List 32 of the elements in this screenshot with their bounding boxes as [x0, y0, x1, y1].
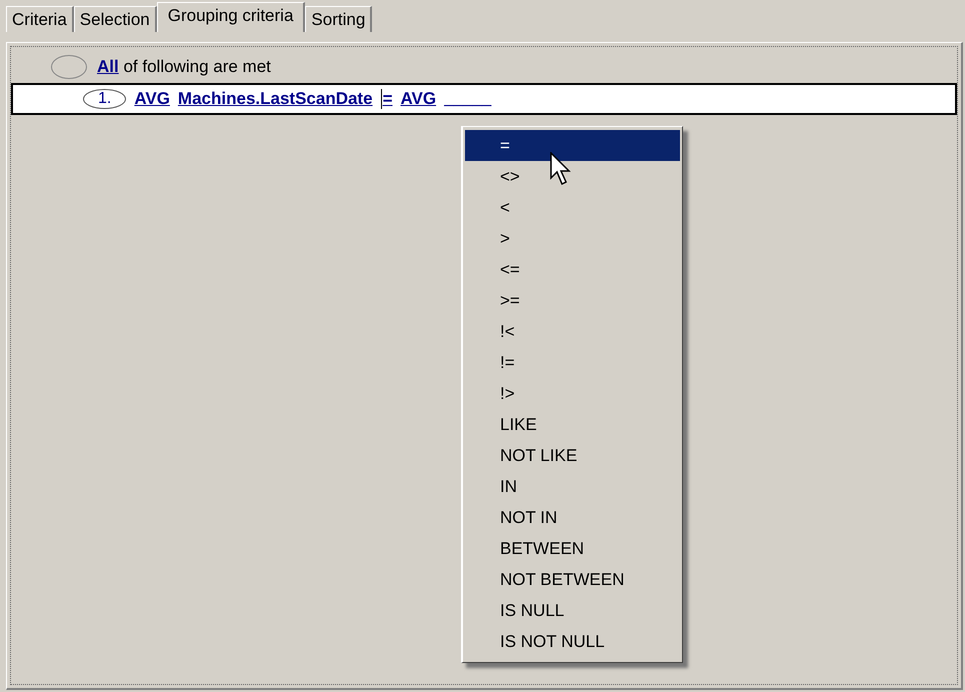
menu-item[interactable]: NOT BETWEEN: [465, 564, 680, 595]
menu-item[interactable]: !>: [465, 378, 680, 409]
menu-item[interactable]: >: [465, 223, 680, 254]
mouse-pointer-icon: [550, 152, 574, 188]
menu-item[interactable]: =: [465, 130, 680, 161]
menu-item[interactable]: <: [465, 192, 680, 223]
field-link[interactable]: Machines.LastScanDate: [178, 89, 373, 109]
menu-item[interactable]: IN: [465, 471, 680, 502]
menu-item[interactable]: !=: [465, 347, 680, 378]
circle-icon: [51, 55, 87, 79]
menu-item[interactable]: IS NOT NULL: [465, 626, 680, 657]
condition-row[interactable]: 1. AVG Machines.LastScanDate = AVG _____: [11, 83, 957, 115]
menu-item[interactable]: IS NULL: [465, 595, 680, 626]
menu-item[interactable]: LIKE: [465, 409, 680, 440]
operator-link[interactable]: =: [380, 89, 392, 109]
menu-item[interactable]: <>: [465, 161, 680, 192]
tab[interactable]: Grouping criteria: [156, 2, 306, 32]
menu-item[interactable]: NOT IN: [465, 502, 680, 533]
aggregate-link[interactable]: AVG: [134, 89, 170, 109]
menu-item[interactable]: <=: [465, 254, 680, 285]
tab[interactable]: Sorting: [305, 6, 372, 32]
tab[interactable]: Criteria: [6, 6, 74, 32]
menu-item[interactable]: !<: [465, 316, 680, 347]
menu-item[interactable]: >=: [465, 285, 680, 316]
value-link[interactable]: _____: [444, 89, 492, 109]
quantifier-link[interactable]: All: [97, 57, 119, 76]
tab[interactable]: Selection: [74, 6, 157, 32]
menu-item[interactable]: NOT LIKE: [465, 440, 680, 471]
condition-number: 1.: [83, 89, 126, 109]
group-text: of following are met: [123, 57, 271, 76]
aggregate-link[interactable]: AVG: [400, 89, 436, 109]
menu-item[interactable]: BETWEEN: [465, 533, 680, 564]
